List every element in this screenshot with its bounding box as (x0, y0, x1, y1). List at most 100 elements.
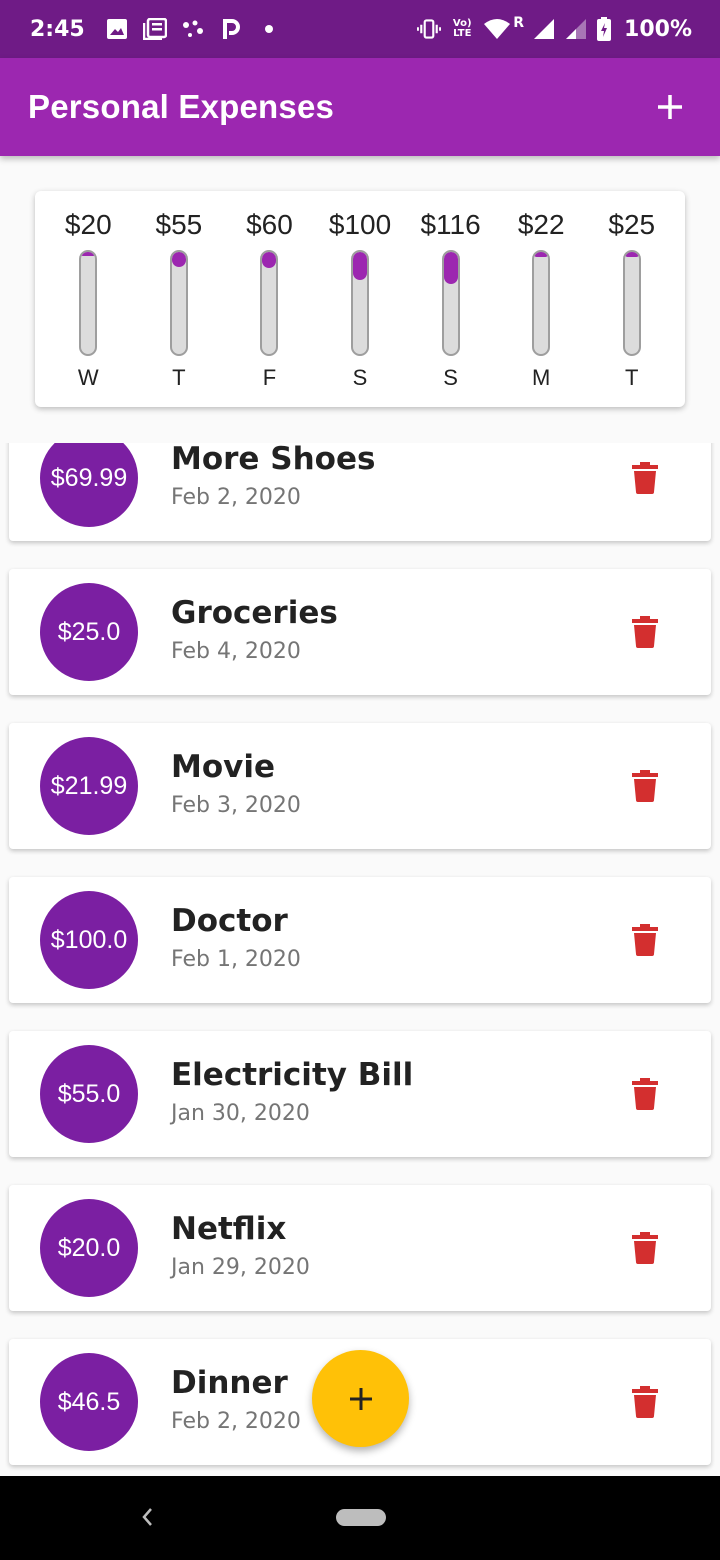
chart-bar-amount: $100 (328, 209, 392, 240)
expense-date: Jan 30, 2020 (171, 1101, 310, 1126)
delete-expense-button[interactable] (625, 458, 665, 498)
expense-title: More Shoes (171, 443, 376, 477)
expense-amount-badge: $21.99 (40, 737, 138, 835)
chart-bar-day-label: S (352, 365, 368, 390)
expense-title: Electricity Bill (171, 1057, 414, 1093)
screen: 2:45 Vo) LTE R 100% Personal Expenses $2… (0, 0, 720, 1560)
trash-icon (632, 924, 658, 956)
chart-bar-column: $20 W (43, 191, 134, 407)
roaming-indicator: R (513, 15, 525, 31)
delete-expense-button[interactable] (625, 612, 665, 652)
expense-date: Feb 2, 2020 (171, 1409, 301, 1434)
trash-icon (632, 1232, 658, 1264)
plus-icon (349, 1387, 372, 1410)
expense-title: Doctor (171, 903, 288, 939)
notification-icons (105, 17, 281, 41)
battery-charging-icon (596, 17, 612, 41)
plus-icon (658, 95, 682, 119)
chart-bar-day-label: S (443, 365, 458, 390)
p-app-icon (219, 17, 243, 41)
expense-card[interactable]: $100.0 Doctor Feb 1, 2020 (9, 877, 711, 1003)
expense-title: Dinner (171, 1365, 288, 1401)
delete-expense-button[interactable] (625, 1074, 665, 1114)
chart-bar-amount: $55 (155, 209, 203, 240)
chart-bar-day-label: W (77, 365, 99, 390)
add-expense-fab[interactable] (312, 1350, 409, 1447)
chart-bar-track (79, 250, 98, 356)
chart-bar-amount: $116 (420, 209, 481, 240)
chart-bar-track (351, 250, 370, 356)
chart-bar-column: $25 T (586, 191, 677, 407)
chart-bar-column: $55 T (134, 191, 225, 407)
delete-expense-button[interactable] (625, 920, 665, 960)
chart-bar-track (532, 250, 551, 356)
chart-bar-day-label: T (625, 365, 639, 390)
chart-bar-amount: $22 (517, 209, 565, 240)
expense-card[interactable]: $69.99 More Shoes Feb 2, 2020 (9, 443, 711, 541)
chart-bar-fill (353, 252, 368, 280)
page-title: Personal Expenses (28, 88, 335, 125)
image-icon (105, 17, 129, 41)
chart-bar-fill (443, 252, 458, 284)
chart-bar-fill (262, 252, 277, 268)
add-expense-button[interactable] (648, 85, 692, 129)
trash-icon (632, 616, 658, 648)
expense-date: Feb 4, 2020 (171, 639, 301, 664)
expense-card[interactable]: $20.0 Netflix Jan 29, 2020 (9, 1185, 711, 1311)
expense-list[interactable]: $69.99 More Shoes Feb 2, 2020 $25.0 Grocerie… (0, 443, 720, 1476)
expense-date: Feb 3, 2020 (171, 793, 301, 818)
wifi-icon (483, 17, 511, 41)
expense-date: Jan 29, 2020 (171, 1255, 310, 1280)
status-bar: 2:45 Vo) LTE R 100% (0, 0, 720, 58)
chart-bar-column: $22 M (496, 191, 587, 407)
delete-expense-button[interactable] (625, 766, 665, 806)
nav-home-pill[interactable] (336, 1509, 386, 1526)
delete-expense-button[interactable] (625, 1228, 665, 1268)
chart-bar-amount: $60 (246, 209, 293, 240)
expense-date: Feb 1, 2020 (171, 947, 301, 972)
chart-bar-column: $116 S (405, 191, 496, 407)
chart-bar-track (169, 250, 188, 356)
expense-amount-badge: $20.0 (40, 1199, 138, 1297)
assistant-dots-icon (181, 17, 205, 41)
chart-bar-fill (81, 252, 96, 256)
chart-bar-column: $100 S (315, 191, 406, 407)
system-nav-bar (0, 1476, 720, 1560)
expense-card[interactable]: $25.0 Groceries Feb 4, 2020 (9, 569, 711, 695)
expense-amount-badge: $69.99 (40, 443, 138, 527)
weekly-chart: $20 W $55 T $60 F $100 S $116 S $22 M $25 T (35, 191, 685, 407)
battery-percentage: 100% (624, 16, 692, 42)
chart-bar-amount: $20 (64, 209, 112, 240)
signal-icon (532, 17, 556, 41)
chart-bar-fill (171, 252, 186, 267)
status-time: 2:45 (30, 16, 85, 42)
news-icon (142, 17, 167, 41)
expense-card[interactable]: $55.0 Electricity Bill Jan 30, 2020 (9, 1031, 711, 1157)
trash-icon (632, 770, 658, 802)
expense-amount-badge: $25.0 (40, 583, 138, 681)
chart-bar-day-label: T (172, 365, 186, 390)
nav-back-button[interactable] (132, 1502, 162, 1532)
chart-bar-fill (624, 252, 639, 257)
trash-icon (632, 1078, 658, 1110)
chart-bar-track (260, 250, 279, 356)
back-chevron-icon (142, 1508, 152, 1526)
chart-bar-day-label: M (532, 365, 551, 390)
delete-expense-button[interactable] (625, 1382, 665, 1422)
chart-bar-track (622, 250, 641, 356)
app-bar: Personal Expenses (0, 58, 720, 156)
expense-amount-badge: $55.0 (40, 1045, 138, 1143)
expense-title: Movie (171, 749, 276, 785)
trash-icon (632, 462, 658, 494)
chart-bar-track (441, 250, 460, 356)
volte-icon: Vo) LTE (452, 18, 472, 39)
system-icons: Vo) LTE R 100% (417, 15, 692, 42)
vibrate-icon (417, 17, 442, 41)
expense-card[interactable]: $21.99 Movie Feb 3, 2020 (9, 723, 711, 849)
chart-bar-column: $60 F (224, 191, 315, 407)
chart-bar-fill (534, 252, 549, 257)
trash-icon (632, 1386, 658, 1418)
expense-amount-badge: $46.5 (40, 1353, 138, 1451)
more-notifications-dot-icon (257, 17, 281, 41)
chart-bar-amount: $25 (608, 209, 656, 240)
